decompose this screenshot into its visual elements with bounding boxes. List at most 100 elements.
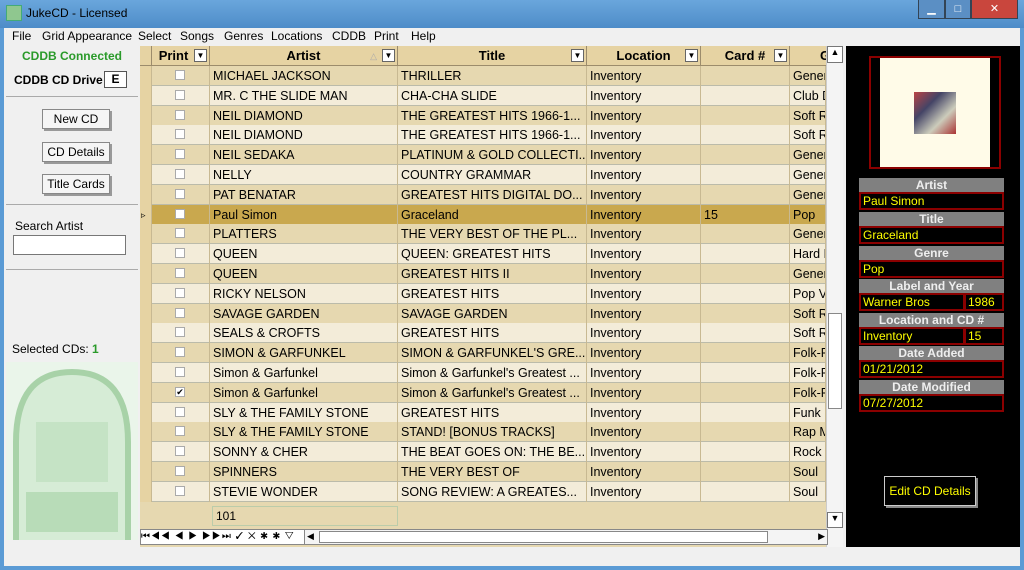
- print-checkbox[interactable]: [175, 406, 185, 417]
- row-selector[interactable]: [140, 382, 152, 403]
- table-row[interactable]: STEVIE WONDER SONG REVIEW: A GREATES... In…: [140, 481, 826, 502]
- cd-details-button[interactable]: CD Details: [42, 142, 110, 162]
- row-selector[interactable]: [140, 165, 152, 185]
- row-selector[interactable]: [140, 442, 152, 463]
- print-checkbox[interactable]: [175, 287, 185, 298]
- print-checkbox[interactable]: [175, 89, 185, 100]
- table-row[interactable]: QUEEN GREATEST HITS II Inventory Gener: [140, 264, 826, 284]
- scroll-right-icon[interactable]: ▶: [818, 531, 825, 542]
- row-selector[interactable]: [140, 224, 152, 245]
- print-checkbox[interactable]: [175, 228, 185, 239]
- column-header-print[interactable]: Print ▼: [152, 46, 210, 66]
- row-selector[interactable]: [140, 244, 152, 265]
- row-selector[interactable]: [140, 343, 152, 364]
- print-checkbox[interactable]: [175, 129, 185, 140]
- filter-dropdown-icon[interactable]: ▼: [685, 49, 698, 62]
- print-checkbox[interactable]: [175, 169, 185, 179]
- menu-print[interactable]: Print: [374, 29, 399, 43]
- table-row[interactable]: SONNY & CHER THE BEAT GOES ON: THE BE... I…: [140, 442, 826, 463]
- horizontal-scrollbar[interactable]: ◀ ▶: [304, 529, 828, 545]
- table-row[interactable]: SEALS & CROFTS GREATEST HITS Inventory Soft…: [140, 323, 826, 344]
- search-artist-input[interactable]: [13, 235, 126, 255]
- scroll-left-icon[interactable]: ◀: [307, 531, 314, 542]
- table-row[interactable]: NEIL SEDAKA PLATINUM & GOLD COLLECTI... In…: [140, 145, 826, 166]
- table-row[interactable]: PLATTERS THE VERY BEST OF THE PL... Invent…: [140, 224, 826, 245]
- print-checkbox[interactable]: [175, 109, 185, 120]
- print-checkbox[interactable]: [175, 248, 185, 259]
- print-checkbox[interactable]: [175, 347, 185, 358]
- table-row[interactable]: SLY & THE FAMILY STONE STAND! [BONUS TRAC…: [140, 422, 826, 443]
- print-checkbox[interactable]: [175, 188, 185, 199]
- title-cards-button[interactable]: Title Cards: [42, 174, 110, 194]
- column-header-artist[interactable]: Artist △ ▼: [210, 46, 398, 66]
- table-row[interactable]: ✔ Simon & Garfunkel Simon & Garfunkel's Gr…: [140, 382, 826, 403]
- column-header-genre[interactable]: G: [790, 46, 830, 66]
- table-row[interactable]: MICHAEL JACKSON THRILLER Inventory Gener: [140, 66, 826, 86]
- scroll-up-icon[interactable]: ▲: [827, 46, 843, 63]
- print-checkbox[interactable]: [175, 466, 185, 476]
- row-selector[interactable]: [140, 145, 152, 166]
- menu-select[interactable]: Select: [138, 29, 171, 43]
- column-header-title[interactable]: Title ▼: [398, 46, 587, 66]
- scrollbar-thumb[interactable]: [828, 313, 842, 409]
- table-row[interactable]: SLY & THE FAMILY STONE GREATEST HITS Inven…: [140, 402, 826, 423]
- edit-cd-details-button[interactable]: Edit CD Details: [884, 476, 976, 506]
- new-cd-button[interactable]: New CD: [42, 109, 110, 129]
- filter-dropdown-icon[interactable]: ▼: [382, 49, 395, 62]
- print-checkbox[interactable]: [175, 426, 185, 437]
- row-selector[interactable]: [140, 422, 152, 443]
- print-checkbox[interactable]: [175, 307, 185, 318]
- row-selector[interactable]: [140, 462, 152, 482]
- column-header-card[interactable]: Card # ▼: [701, 46, 790, 66]
- table-row[interactable]: QUEENQUEEN: GREATEST HITSInventory Hard R: [140, 244, 826, 265]
- row-selector[interactable]: [140, 264, 152, 284]
- menu-genres[interactable]: Genres: [224, 29, 263, 43]
- table-row[interactable]: RICKY NELSON GREATEST HITS Inventory Pop V: [140, 283, 826, 304]
- table-row[interactable]: NELLY COUNTRY GRAMMAR Inventory Gener: [140, 165, 826, 185]
- print-checkbox[interactable]: [175, 367, 185, 377]
- menu-file[interactable]: File: [12, 29, 31, 43]
- menu-locations[interactable]: Locations: [271, 29, 322, 43]
- menu-grid-appearance[interactable]: Grid Appearance: [42, 29, 132, 43]
- table-row[interactable]: MR. C THE SLIDE MAN CHA-CHA SLIDE Inventor…: [140, 85, 826, 106]
- print-checkbox[interactable]: [175, 268, 185, 278]
- cd-drive-field[interactable]: E: [104, 71, 127, 88]
- print-checkbox[interactable]: [175, 446, 185, 457]
- print-checkbox[interactable]: [175, 485, 185, 496]
- filter-dropdown-icon[interactable]: ▼: [571, 49, 584, 62]
- table-row[interactable]: SAVAGE GARDEN SAVAGE GARDEN Inventory Soft …: [140, 303, 826, 324]
- row-selector[interactable]: [140, 184, 152, 205]
- table-row[interactable]: PAT BENATAR GREATEST HITS DIGITAL DO... In…: [140, 184, 826, 205]
- menu-cddb[interactable]: CDDB: [332, 29, 366, 43]
- row-selector[interactable]: [140, 323, 152, 344]
- print-checkbox[interactable]: [175, 327, 185, 338]
- print-checkbox[interactable]: [175, 208, 185, 219]
- row-selector[interactable]: [140, 402, 152, 423]
- row-selector[interactable]: ▹: [140, 204, 152, 225]
- row-selector[interactable]: [140, 303, 152, 324]
- print-checkbox[interactable]: [175, 70, 185, 80]
- filter-dropdown-icon[interactable]: ▼: [194, 49, 207, 62]
- vertical-scrollbar[interactable]: ▲ ▼: [826, 46, 843, 547]
- row-selector[interactable]: [140, 66, 152, 86]
- record-navigator[interactable]: ⏮◀◀ ◀ ▶ ▶▶⏭ ✓ ✕ ✱ ✱ ▽: [140, 529, 320, 545]
- table-row[interactable]: NEIL DIAMOND THE GREATEST HITS 1966-1... I…: [140, 105, 826, 126]
- print-checkbox[interactable]: [175, 149, 185, 160]
- table-row[interactable]: ▹ Paul Simon Graceland Inventory 15 Pop: [140, 204, 826, 225]
- row-selector[interactable]: [140, 125, 152, 146]
- menu-help[interactable]: Help: [411, 29, 436, 43]
- column-header-location[interactable]: Location ▼: [587, 46, 701, 66]
- table-row[interactable]: Simon & Garfunkel Simon & Garfunkel's Gre…: [140, 363, 826, 383]
- table-row[interactable]: SPINNERS THE VERY BEST OF Inventory Soul: [140, 462, 826, 482]
- row-selector[interactable]: [140, 481, 152, 502]
- row-selector[interactable]: [140, 105, 152, 126]
- filter-dropdown-icon[interactable]: ▼: [774, 49, 787, 62]
- row-selector[interactable]: [140, 283, 152, 304]
- maximize-button[interactable]: □: [945, 0, 971, 19]
- table-row[interactable]: NEIL DIAMOND THE GREATEST HITS 1966-1... I…: [140, 125, 826, 146]
- row-selector[interactable]: [140, 363, 152, 383]
- row-selector[interactable]: [140, 85, 152, 106]
- close-button[interactable]: ✕: [971, 0, 1018, 19]
- menu-songs[interactable]: Songs: [180, 29, 214, 43]
- minimize-button[interactable]: ▁: [918, 0, 945, 19]
